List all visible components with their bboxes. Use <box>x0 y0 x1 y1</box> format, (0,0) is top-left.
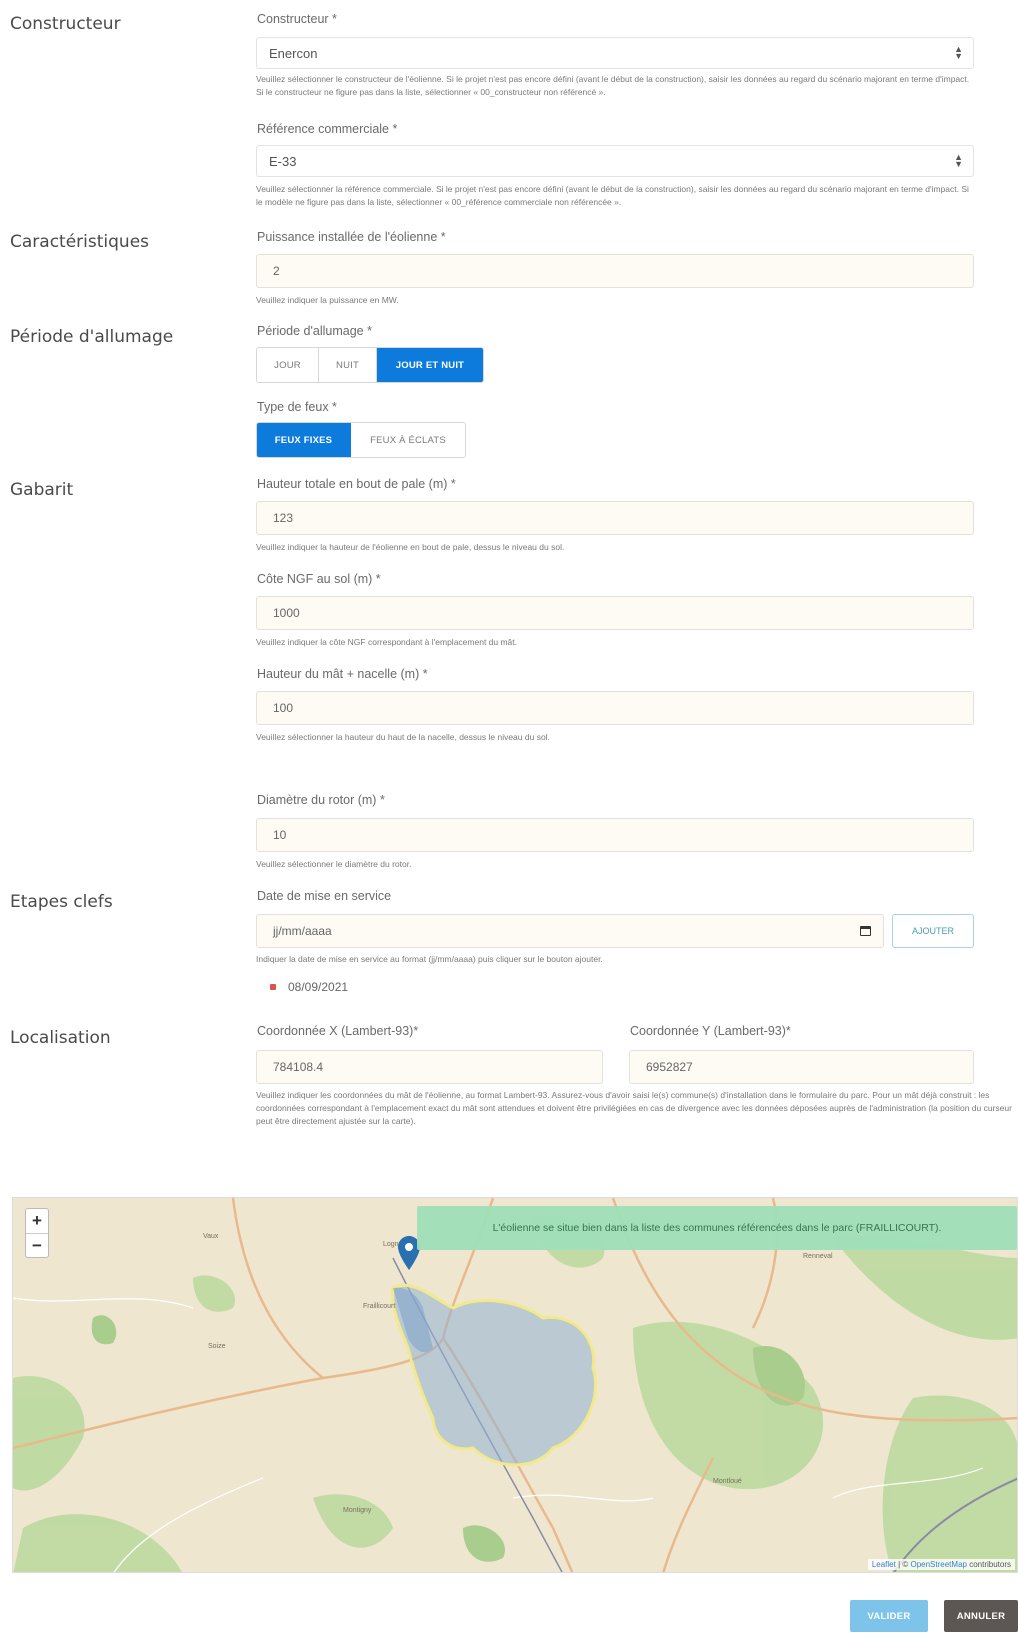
svg-text:Vaux: Vaux <box>203 1233 219 1240</box>
reference-help: Veuillez sélectionner la référence comme… <box>256 184 969 207</box>
cote-ngf-help: Veuillez indiquer la côte NGF correspond… <box>256 637 518 647</box>
date-service-label: Date de mise en service <box>257 889 392 903</box>
section-title-localisation: Localisation <box>10 1028 111 1048</box>
commune-check-banner: L'éolienne se situe bien dans la liste d… <box>417 1206 1017 1250</box>
zoom-in-button[interactable]: + <box>26 1209 48 1233</box>
diametre-help: Veuillez sélectionner le diamètre du rot… <box>256 859 412 869</box>
section-title-periode: Période d'allumage <box>10 327 174 347</box>
coord-x-input[interactable]: 784108.4 <box>256 1050 603 1084</box>
delete-date-icon[interactable] <box>270 984 276 990</box>
allumage-label: Période d'allumage * <box>257 324 372 338</box>
section-title-etapes: Etapes clefs <box>10 892 113 912</box>
calendar-icon[interactable] <box>860 926 871 936</box>
hauteur-totale-input[interactable]: 123 <box>256 501 974 535</box>
cote-ngf-label: Côte NGF au sol (m) * <box>257 572 381 586</box>
allumage-button-group: JOUR NUIT JOUR ET NUIT <box>256 347 484 383</box>
coord-help: Veuillez indiquer les coordonnées du mât… <box>256 1090 1012 1126</box>
map-tiles: Logny Vaux Fraillicourt Soize Montloué M… <box>13 1198 1017 1572</box>
section-title-gabarit: Gabarit <box>10 480 74 500</box>
feux-option-eclats[interactable]: FEUX À ÉCLATS <box>351 423 465 457</box>
date-service-placeholder: jj/mm/aaaa <box>273 924 332 938</box>
coord-y-label: Coordonnée Y (Lambert-93)* <box>630 1024 791 1038</box>
osm-link[interactable]: OpenStreetMap <box>910 1560 966 1569</box>
date-value: 08/09/2021 <box>288 980 349 994</box>
section-title-constructeur: Constructeur <box>10 14 121 34</box>
puissance-input[interactable]: 2 <box>256 254 974 288</box>
add-date-button[interactable]: AJOUTER <box>892 914 974 948</box>
zoom-out-button[interactable]: − <box>26 1233 48 1257</box>
diametre-input[interactable]: 10 <box>256 818 974 852</box>
section-title-caracteristiques: Caractéristiques <box>10 232 150 252</box>
hauteur-mat-help: Veuillez sélectionner la hauteur du haut… <box>256 732 550 742</box>
reference-select[interactable]: E-33 ▲ ▼ <box>256 145 974 177</box>
map-attribution: Leaflet | © OpenStreetMap contributors <box>867 1559 1015 1570</box>
hauteur-totale-label: Hauteur totale en bout de pale (m) * <box>257 477 456 491</box>
map[interactable]: Logny Vaux Fraillicourt Soize Montloué M… <box>12 1197 1018 1573</box>
attribution-tail: contributors <box>966 1560 1011 1569</box>
feux-option-fixes[interactable]: FEUX FIXES <box>257 423 351 457</box>
validate-button[interactable]: VALIDER <box>850 1600 928 1632</box>
diametre-label: Diamètre du rotor (m) * <box>257 793 385 807</box>
constructeur-value: Enercon <box>269 45 318 61</box>
hauteur-totale-help: Veuillez indiquer la hauteur de l'éolien… <box>256 542 565 552</box>
leaflet-link[interactable]: Leaflet <box>872 1560 896 1569</box>
svg-text:Fraillicourt: Fraillicourt <box>363 1303 395 1310</box>
coord-y-input[interactable]: 6952827 <box>629 1050 974 1084</box>
zoom-control: + − <box>25 1208 49 1258</box>
cote-ngf-input[interactable]: 1000 <box>256 596 974 630</box>
allumage-option-jour-et-nuit[interactable]: JOUR ET NUIT <box>377 348 483 382</box>
constructeur-label: Constructeur * <box>257 12 337 26</box>
select-arrows-icon: ▲ ▼ <box>954 44 963 61</box>
allumage-option-jour[interactable]: JOUR <box>257 348 319 382</box>
svg-text:Montigny: Montigny <box>343 1507 372 1514</box>
feux-label: Type de feux * <box>257 400 337 414</box>
constructeur-help: Veuillez sélectionner le constructeur de… <box>256 74 970 97</box>
date-service-help: Indiquer la date de mise en service au f… <box>256 954 603 964</box>
puissance-help: Veuillez indiquer la puissance en MW. <box>256 295 399 305</box>
hauteur-mat-input[interactable]: 100 <box>256 691 974 725</box>
attribution-separator: | © <box>895 1560 911 1569</box>
allumage-option-nuit[interactable]: NUIT <box>319 348 377 382</box>
cancel-button[interactable]: ANNULER <box>944 1600 1018 1632</box>
svg-text:Soize: Soize <box>208 1343 226 1350</box>
puissance-label: Puissance installée de l'éolienne * <box>257 230 446 244</box>
constructeur-select[interactable]: Enercon ▲ ▼ <box>256 37 974 69</box>
reference-label: Référence commerciale * <box>257 122 398 136</box>
select-arrows-icon: ▲ ▼ <box>954 152 963 169</box>
svg-text:Montloué: Montloué <box>713 1478 742 1485</box>
date-service-input[interactable]: jj/mm/aaaa <box>256 914 884 948</box>
hauteur-mat-label: Hauteur du mât + nacelle (m) * <box>257 667 428 681</box>
reference-value: E-33 <box>269 153 297 169</box>
feux-button-group: FEUX FIXES FEUX À ÉCLATS <box>256 422 466 458</box>
date-list-item: 08/09/2021 <box>270 980 348 994</box>
coord-x-label: Coordonnée X (Lambert-93)* <box>257 1024 419 1038</box>
svg-text:Renneval: Renneval <box>803 1253 833 1260</box>
